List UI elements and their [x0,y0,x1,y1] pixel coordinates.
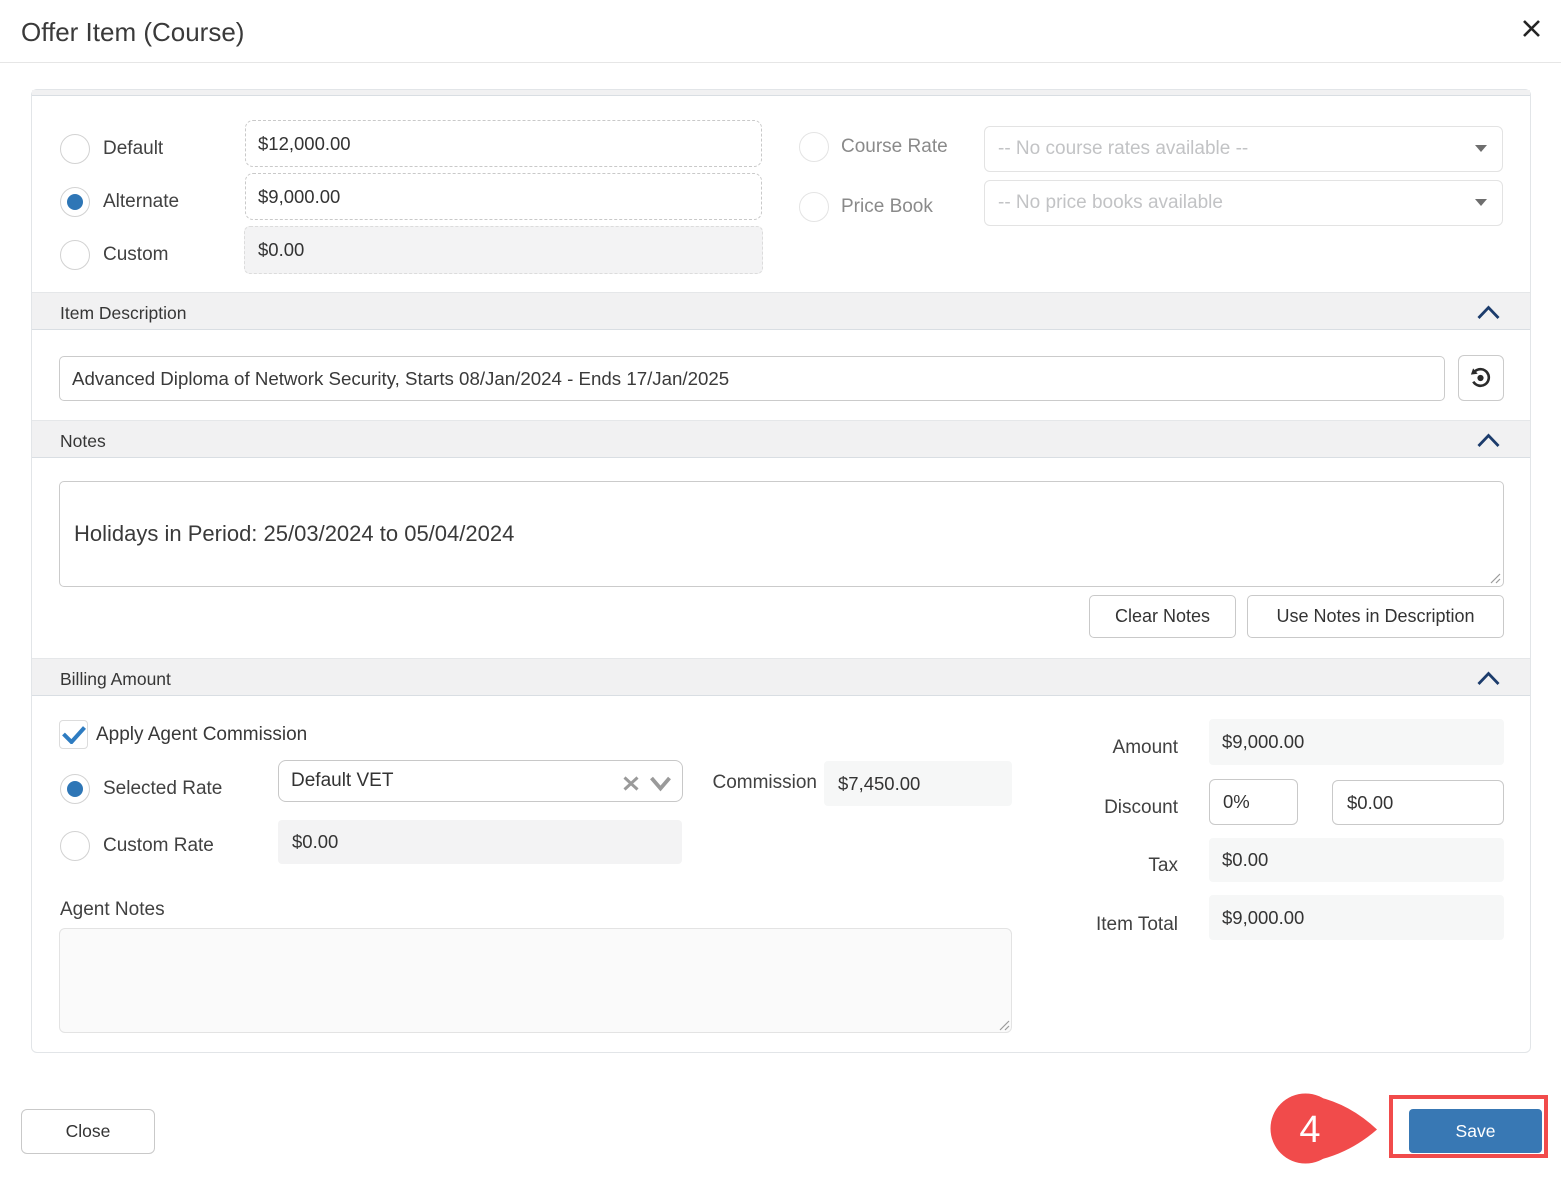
svg-text:4: 4 [1299,1109,1320,1151]
